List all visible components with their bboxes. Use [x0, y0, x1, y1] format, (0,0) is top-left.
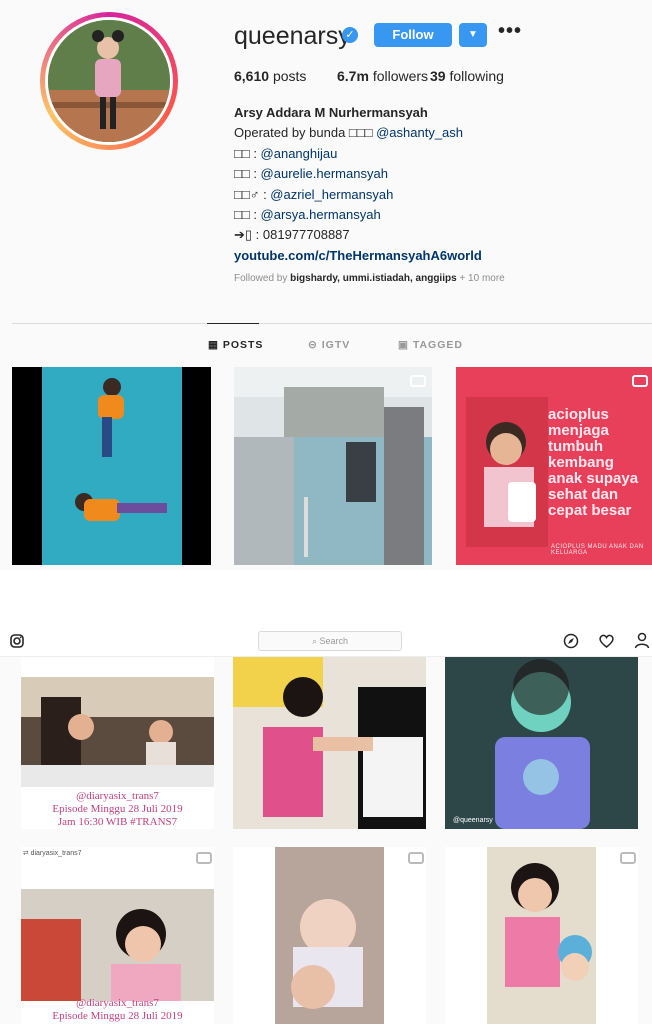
posts-count: 6,610 — [234, 68, 270, 84]
profile-person-icon[interactable] — [634, 632, 650, 649]
post-image — [233, 657, 426, 829]
watermark-text: @queenarsy — [453, 817, 493, 824]
bio-text: □□♂ : — [234, 186, 271, 202]
more-options-icon[interactable]: ••• — [498, 20, 522, 43]
ad-footer: ACIOPLUS MADU ANAK DAN KELUARGA — [551, 544, 644, 556]
tagged-icon: ▣ — [398, 339, 409, 351]
verified-badge-icon: ✓ — [342, 27, 358, 43]
followed-by-names: bigshardy, ummi.istiadah, anggiips — [290, 273, 457, 284]
bio: Arsy Addara M Nurhermansyah Operated by … — [234, 103, 482, 266]
post-tile[interactable]: @diaryasix_trans7 Episode Minggu 28 Juli… — [21, 657, 214, 829]
post-tile[interactable] — [233, 657, 426, 829]
explore-compass-icon[interactable] — [563, 633, 579, 649]
caption-line: Jam 16:30 WIB #TRANS7 — [57, 816, 178, 828]
followers-label: followers — [372, 68, 429, 84]
followers-stat[interactable]: 6.7m followers — [337, 68, 428, 84]
post-tile[interactable] — [233, 847, 426, 1024]
followed-by-prefix: Followed by — [234, 273, 291, 284]
post-tile[interactable]: ⮂ diaryasix_trans7 @diaryasix_trans7 Epi… — [21, 847, 214, 1024]
bio-line: □□ : @aurelie.hermansyah — [234, 164, 482, 184]
avatar[interactable] — [45, 17, 173, 145]
search-icon: ⌕ — [311, 636, 317, 646]
repost-icon: ⮂ — [23, 850, 29, 857]
phone-line: ➔▯ : 081977708887 — [234, 227, 350, 243]
video-icon — [632, 375, 648, 387]
post-image — [487, 847, 596, 1024]
following-stat[interactable]: 39 following — [430, 68, 504, 84]
igtv-icon: ⊝ — [308, 339, 318, 351]
mention-link[interactable]: @aurelie.hermansyah — [261, 166, 388, 181]
mention-link[interactable]: @ananghijau — [261, 146, 338, 161]
followed-by-more: + 10 more — [456, 273, 505, 284]
bio-line: □□♂ : @azriel_hermansyah — [234, 185, 482, 205]
mention-link[interactable]: @ashanty_ash — [376, 125, 463, 140]
top-navbar: ⌕ Search — [0, 628, 652, 657]
post-image — [21, 677, 214, 787]
bio-text: □□ : — [234, 145, 261, 161]
repost-user: diaryasix_trans7 — [30, 850, 82, 857]
post-tile-ad[interactable]: acioplus menjaga tumbuh kembang anak sup… — [456, 367, 652, 565]
post-tile[interactable]: @queenarsy — [445, 657, 638, 829]
post-image — [275, 847, 384, 1024]
grid-icon: ▦ — [208, 339, 219, 351]
mention-link[interactable]: @arsya.hermansyah — [261, 207, 381, 222]
post-image — [21, 889, 214, 1001]
tab-posts-label: POSTS — [222, 339, 264, 351]
tab-igtv-label: IGTV — [321, 339, 351, 351]
username: queenarsy — [234, 22, 351, 50]
suggested-dropdown-button[interactable]: ▼ — [459, 23, 487, 47]
video-icon — [410, 375, 426, 387]
profile-section: queenarsy ✓ Follow ▼ ••• 6,610 posts 6.7… — [0, 0, 652, 570]
caption-line: Episode Minggu 28 Juli 2019 — [52, 1010, 183, 1022]
post-tile[interactable] — [445, 847, 638, 1024]
chevron-down-icon: ▼ — [468, 29, 478, 40]
search-input[interactable]: ⌕ Search — [258, 631, 402, 651]
post-image — [445, 657, 638, 829]
tab-tagged-label: TAGGED — [412, 339, 463, 351]
screenshot-gap — [0, 570, 652, 628]
post-caption: @diaryasix_trans7 Episode Minggu 28 Juli… — [21, 790, 214, 829]
instagram-logo-icon[interactable] — [10, 634, 24, 648]
post-tile[interactable] — [234, 367, 432, 565]
bio-text: □□ : — [234, 207, 261, 223]
following-count: 39 — [430, 68, 446, 84]
active-tab-indicator — [207, 323, 259, 324]
divider — [12, 323, 652, 324]
tab-posts[interactable]: ▦ POSTS — [208, 339, 263, 351]
followed-by[interactable]: Followed by bigshardy, ummi.istiadah, an… — [234, 273, 505, 284]
bio-line: □□ : @arsya.hermansyah — [234, 205, 482, 225]
post-image — [234, 367, 432, 565]
story-ring[interactable] — [40, 12, 178, 150]
search-placeholder: Search — [319, 636, 349, 646]
bio-line: Operated by bunda □□□ @ashanty_ash — [234, 123, 482, 143]
followers-count: 6.7m — [337, 68, 369, 84]
post-image — [42, 367, 182, 565]
video-icon — [196, 852, 212, 864]
video-icon — [620, 852, 636, 864]
caption-line: Episode Minggu 28 Juli 2019 — [52, 803, 183, 815]
posts-stat: 6,610 posts — [234, 68, 306, 84]
avatar-photo — [48, 20, 170, 142]
heart-icon[interactable] — [598, 633, 615, 649]
website-link[interactable]: youtube.com/c/TheHermansyahA6world — [234, 246, 482, 266]
repost-header: ⮂ diaryasix_trans7 — [23, 850, 82, 858]
caption-line: @diaryasix_trans7 — [76, 790, 159, 802]
mention-link[interactable]: @azriel_hermansyah — [270, 187, 393, 202]
post-tile[interactable] — [12, 367, 211, 565]
video-icon — [408, 852, 424, 864]
post-caption: @diaryasix_trans7 Episode Minggu 28 Juli… — [21, 997, 214, 1023]
tab-igtv[interactable]: ⊝ IGTV — [308, 339, 350, 351]
follow-button[interactable]: Follow — [374, 23, 452, 47]
bio-line: □□ : @ananghijau — [234, 144, 482, 164]
bio-text: Operated by bunda □□□ — [234, 125, 377, 141]
posts-label: posts — [272, 68, 307, 84]
following-label: following — [449, 68, 504, 84]
ad-text: acioplus menjaga tumbuh kembang anak sup… — [548, 406, 639, 519]
posts-grid: @diaryasix_trans7 Episode Minggu 28 Juli… — [0, 657, 652, 1024]
full-name: Arsy Addara M Nurhermansyah — [234, 105, 428, 120]
bio-text: □□ : — [234, 166, 261, 182]
caption-line: @diaryasix_trans7 — [76, 997, 159, 1009]
tab-tagged[interactable]: ▣ TAGGED — [398, 339, 463, 351]
